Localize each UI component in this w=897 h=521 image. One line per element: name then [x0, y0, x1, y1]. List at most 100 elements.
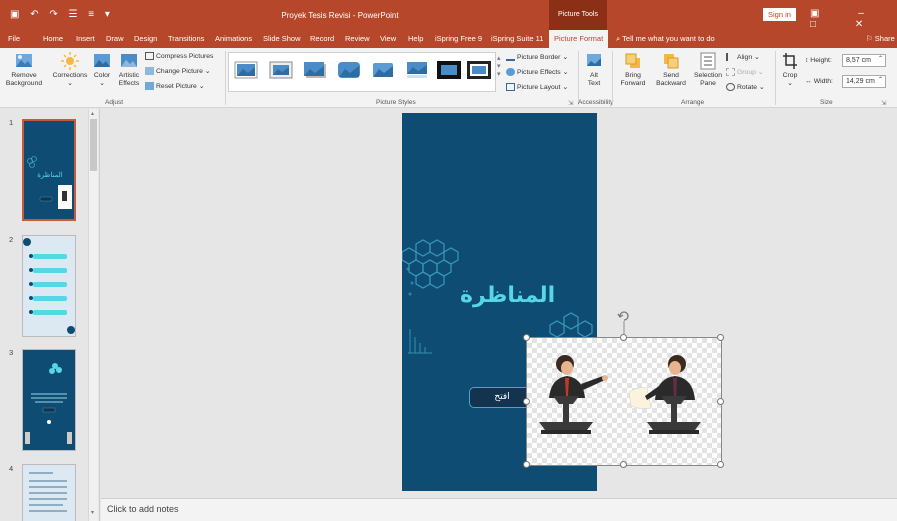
tab-review[interactable]: Review: [345, 34, 370, 43]
dialog-launcher-icon[interactable]: ⇲: [881, 99, 886, 107]
picture-color-icon: [94, 54, 110, 67]
crop-icon: [783, 53, 797, 69]
bring-forward-button[interactable]: Bring Forward: [616, 52, 650, 88]
resize-handle-bottom[interactable]: [620, 461, 627, 468]
width-icon: ↔: [805, 78, 812, 85]
slide-title[interactable]: المناظرة: [460, 283, 555, 308]
spinner-icon[interactable]: ⌃: [878, 55, 883, 62]
scrollbar-thumb[interactable]: [90, 119, 97, 171]
divider: [775, 51, 776, 105]
tab-insert[interactable]: Insert: [76, 34, 95, 43]
scroll-up-icon[interactable]: ▴: [91, 110, 94, 117]
notes-pane[interactable]: Click to add notes: [101, 498, 897, 521]
send-backward-icon: [664, 54, 679, 69]
resize-handle-top-left[interactable]: [523, 334, 530, 341]
sign-in-button[interactable]: Sign in: [763, 8, 796, 21]
slide-thumbnail-graphic: [25, 363, 72, 444]
send-backward-button[interactable]: Send Backward: [652, 52, 690, 88]
color-button[interactable]: Color ⌄: [92, 52, 112, 88]
height-input[interactable]: 8,57 cm ⌃: [842, 54, 886, 67]
chevron-down-icon: ⌄: [99, 80, 105, 87]
slide-thumbnail-3[interactable]: [22, 349, 76, 451]
picture-style-thick-frame[interactable]: [269, 61, 293, 79]
tab-record[interactable]: Record: [310, 34, 334, 43]
reset-picture-icon: [145, 82, 154, 91]
share-button[interactable]: ⚐ Share: [866, 34, 895, 43]
resize-handle-top[interactable]: [620, 334, 627, 341]
window-controls[interactable]: ▣ – □ ✕: [810, 8, 897, 30]
picture-layout-button[interactable]: Picture Layout ⌄: [506, 83, 568, 92]
compress-pictures-button[interactable]: Compress Pictures: [145, 52, 213, 60]
rotate-icon: [726, 83, 735, 92]
artistic-effects-button[interactable]: Artistic Effects: [116, 52, 142, 88]
tab-home[interactable]: Home: [43, 34, 63, 43]
picture-style-black-frame[interactable]: [437, 61, 461, 79]
tab-help[interactable]: Help: [408, 34, 423, 43]
notes-placeholder[interactable]: Click to add notes: [107, 504, 179, 514]
rotate-button[interactable]: Rotate ⌄: [726, 83, 765, 92]
corrections-button[interactable]: Corrections ⌄: [52, 52, 88, 88]
ribbon-tabs: File Home Insert Draw Design Transitions…: [0, 30, 897, 48]
scroll-down-icon[interactable]: ▾: [91, 509, 94, 516]
tab-draw[interactable]: Draw: [106, 34, 124, 43]
picture-style-simple[interactable]: [234, 61, 258, 79]
slide-thumbnail-graphic: [23, 238, 75, 334]
picture-border-button[interactable]: Picture Border ⌄: [506, 53, 568, 62]
rotate-handle-icon[interactable]: [616, 308, 632, 334]
accessibility-group-label: Accessibility: [578, 99, 614, 106]
tab-picture-format[interactable]: Picture Format: [549, 30, 609, 48]
selected-picture[interactable]: [526, 337, 722, 466]
reset-picture-button[interactable]: Reset Picture ⌄: [145, 82, 204, 91]
change-picture-icon: [145, 67, 154, 76]
remove-background-icon: [16, 54, 32, 67]
slide-number: 3: [9, 348, 14, 357]
crop-button[interactable]: Crop ⌄: [779, 52, 801, 88]
picture-styles-gallery[interactable]: [228, 52, 496, 92]
picture-style-shadow[interactable]: [303, 61, 327, 79]
picture-style-rounded[interactable]: [337, 61, 361, 79]
align-button[interactable]: Align ⌄: [726, 53, 760, 62]
resize-handle-right[interactable]: [717, 398, 724, 405]
tell-me-search[interactable]: ⌕ Tell me what you want to do: [616, 34, 715, 44]
dialog-launcher-icon[interactable]: ⇲: [568, 99, 573, 107]
resize-handle-top-right[interactable]: [717, 334, 724, 341]
slide-thumbnail-1[interactable]: المناظرة: [22, 119, 76, 221]
alt-text-button[interactable]: Alt Text: [583, 52, 605, 88]
picture-style-reflected[interactable]: [405, 61, 429, 79]
slide-number: 2: [9, 235, 14, 244]
resize-handle-bottom-right[interactable]: [717, 461, 724, 468]
tab-transitions[interactable]: Transitions: [168, 34, 204, 43]
change-picture-button[interactable]: Change Picture ⌄: [145, 67, 210, 76]
tab-ispring-suite[interactable]: iSpring Suite 11: [491, 34, 543, 43]
slide-number: 4: [9, 464, 14, 473]
tab-view[interactable]: View: [380, 34, 396, 43]
arrange-group-label: Arrange: [681, 99, 705, 106]
tab-ispring-free[interactable]: iSpring Free 9: [435, 34, 482, 43]
tab-file[interactable]: File: [8, 34, 20, 43]
tab-design[interactable]: Design: [134, 34, 157, 43]
picture-effects-button[interactable]: Picture Effects ⌄: [506, 68, 568, 77]
thumbnail-scrollbar[interactable]: ▴ ▾: [88, 109, 98, 521]
tab-slide-show[interactable]: Slide Show: [263, 34, 301, 43]
chevron-down-icon: ⌄: [67, 80, 73, 87]
picture-style-soft-edge[interactable]: [371, 61, 395, 79]
height-icon: ↕: [805, 57, 809, 64]
width-input[interactable]: 14,29 cm ⌃: [842, 75, 886, 88]
group-button[interactable]: Group ⌄: [726, 68, 763, 77]
selection-pane-button[interactable]: Selection Pane: [692, 52, 724, 88]
divider: [225, 51, 226, 105]
picture-styles-group-label: Picture Styles: [376, 99, 416, 106]
slide-thumbnail-4[interactable]: [22, 464, 76, 521]
compress-icon: [145, 52, 154, 60]
resize-handle-left[interactable]: [523, 398, 530, 405]
remove-background-button[interactable]: Remove Background: [4, 52, 44, 88]
bring-forward-icon: [625, 53, 640, 68]
slide-thumbnail-2[interactable]: [22, 235, 76, 337]
selection-pane-icon: [700, 52, 716, 70]
align-icon: [726, 53, 735, 62]
spinner-icon[interactable]: ⌃: [878, 76, 883, 83]
tab-animations[interactable]: Animations: [215, 34, 252, 43]
resize-handle-bottom-left[interactable]: [523, 461, 530, 468]
gallery-scroll-icon[interactable]: ▴ ▾ ▾: [497, 54, 500, 78]
picture-style-black-matte[interactable]: [467, 61, 491, 79]
